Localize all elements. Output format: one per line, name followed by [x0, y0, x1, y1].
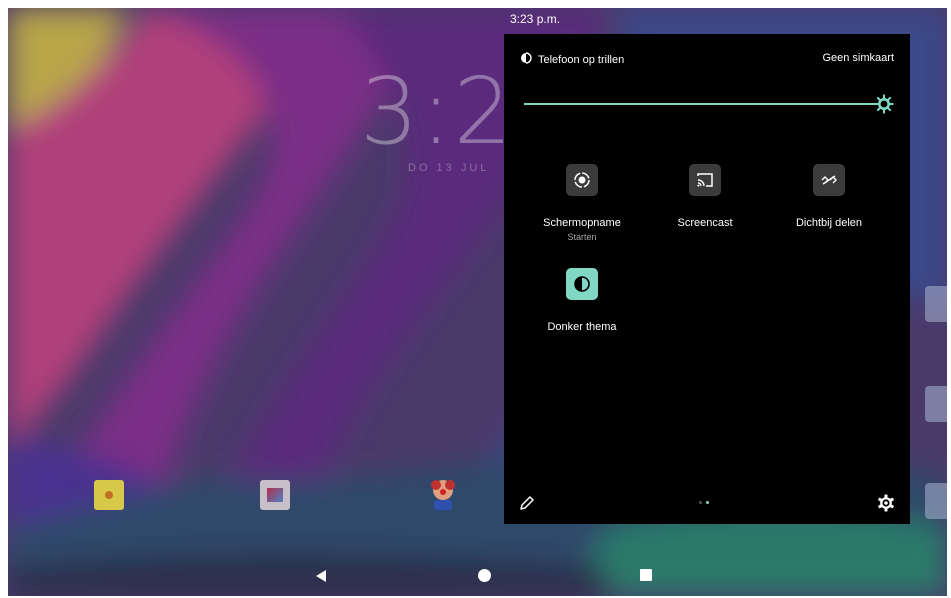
ringer-mode-label: Telefoon op trillen	[538, 53, 625, 66]
cast-icon	[689, 164, 721, 196]
dark-theme-icon	[566, 268, 598, 300]
tile-screen-record[interactable]: Schermopname Starten	[522, 164, 642, 242]
quick-settings-footer	[504, 484, 910, 524]
tile-screencast[interactable]: Screencast	[645, 164, 765, 229]
brightness-icon[interactable]	[874, 94, 894, 114]
app-icon[interactable]	[94, 480, 124, 510]
home-circle-icon[interactable]	[478, 569, 491, 582]
gear-icon[interactable]	[876, 493, 896, 513]
quick-settings-panel: Telefoon op trillen Geen simkaart Scherm…	[504, 34, 910, 524]
sim-status: Geen simkaart	[822, 52, 894, 64]
tile-sublabel: Starten	[567, 232, 597, 242]
vibrate-icon	[520, 52, 532, 67]
app-icon-edge[interactable]	[925, 286, 947, 322]
page-dot-active	[706, 501, 709, 504]
app-icon-edge[interactable]	[925, 483, 947, 519]
game-app-icon[interactable]	[426, 476, 460, 512]
tile-dark-theme[interactable]: Donker thema	[522, 268, 642, 333]
tile-label: Screencast	[677, 217, 733, 229]
quick-settings-header: Telefoon op trillen Geen simkaart	[520, 52, 894, 68]
navigation-bar	[8, 554, 947, 596]
page-indicator	[699, 501, 713, 504]
screen-record-icon	[566, 164, 598, 196]
recents-square-icon[interactable]	[640, 569, 652, 581]
back-triangle-icon[interactable]	[316, 570, 326, 582]
tile-nearby-share[interactable]: Dichtbij delen	[769, 164, 889, 229]
tile-label: Schermopname	[543, 217, 621, 229]
brightness-track[interactable]	[524, 103, 876, 105]
brightness-slider[interactable]	[524, 94, 894, 114]
tile-label: Donker thema	[547, 321, 617, 333]
page-dot	[699, 501, 702, 504]
lock-screen-date: DO 13 JUL	[408, 162, 490, 174]
tile-label: Dichtbij delen	[795, 217, 863, 229]
app-icon-edge[interactable]	[925, 386, 947, 422]
ringer-mode-button[interactable]: Telefoon op trillen	[520, 52, 624, 67]
nearby-share-icon	[813, 164, 845, 196]
gallery-app-icon[interactable]	[260, 480, 290, 510]
status-bar-time: 3:23 p.m.	[510, 12, 561, 26]
pencil-icon[interactable]	[518, 494, 536, 512]
